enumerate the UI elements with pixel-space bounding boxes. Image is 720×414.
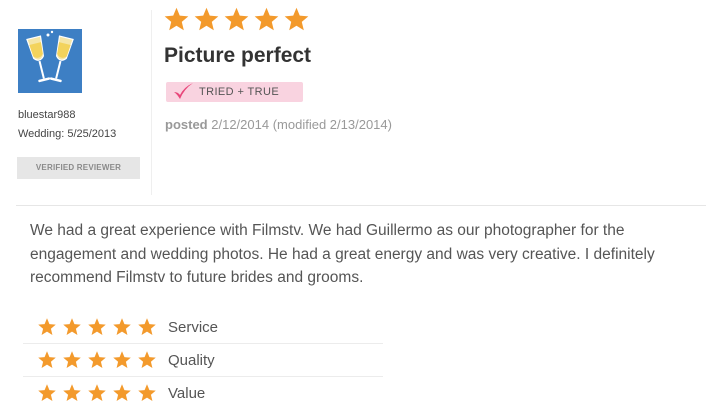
champagne-glasses-icon <box>18 29 82 93</box>
star-icon <box>113 384 131 401</box>
avatar <box>18 29 82 93</box>
tried-true-badge: TRIED + TRUE <box>166 82 303 102</box>
wedding-date-value: 5/25/2013 <box>67 128 117 140</box>
rating-label-quality: Quality <box>168 352 215 369</box>
rating-label-service: Service <box>168 319 219 336</box>
star-icon <box>224 7 249 31</box>
rating-row-value: Value <box>23 377 383 409</box>
star-icon <box>38 384 56 401</box>
star-icon <box>194 7 219 31</box>
star-icon <box>113 318 131 335</box>
star-icon <box>38 318 56 335</box>
star-icon <box>63 351 81 368</box>
column-divider <box>151 10 152 195</box>
rating-label-value: Value <box>168 385 206 402</box>
star-icon <box>38 351 56 368</box>
rating-row-quality: Quality <box>23 344 383 377</box>
overall-star-rating <box>163 6 310 33</box>
wedding-label: Wedding: <box>18 128 65 140</box>
star-icon <box>138 351 156 368</box>
posted-label: posted <box>165 117 208 132</box>
section-divider <box>16 205 706 206</box>
posted-date: 2/12/2014 <box>211 117 270 132</box>
star-icon <box>284 7 309 31</box>
wedding-date: Wedding: 5/25/2013 <box>18 128 116 140</box>
checkmark-icon <box>174 83 193 99</box>
star-icon <box>88 351 106 368</box>
category-ratings: Service Quality Value <box>23 311 383 409</box>
value-star-rating <box>37 383 157 403</box>
star-icon <box>138 318 156 335</box>
star-icon <box>63 318 81 335</box>
verified-reviewer-badge: VERIFIED REVIEWER <box>17 157 140 179</box>
service-star-rating <box>37 317 157 337</box>
review-body: We had a great experience with Filmstv. … <box>30 222 655 286</box>
star-icon <box>88 384 106 401</box>
review-title: Picture perfect <box>164 44 312 67</box>
tried-true-label: TRIED + TRUE <box>199 86 280 98</box>
star-icon <box>138 384 156 401</box>
rating-row-service: Service <box>23 311 383 344</box>
star-icon <box>88 318 106 335</box>
reviewer-username[interactable]: bluestar988 <box>18 109 76 121</box>
posted-info: posted 2/12/2014 (modified 2/13/2014) <box>165 117 392 132</box>
modified-date: (modified 2/13/2014) <box>272 117 392 132</box>
quality-star-rating <box>37 350 157 370</box>
star-icon <box>63 384 81 401</box>
star-icon <box>113 351 131 368</box>
star-icon <box>254 7 279 31</box>
star-icon <box>164 7 189 31</box>
